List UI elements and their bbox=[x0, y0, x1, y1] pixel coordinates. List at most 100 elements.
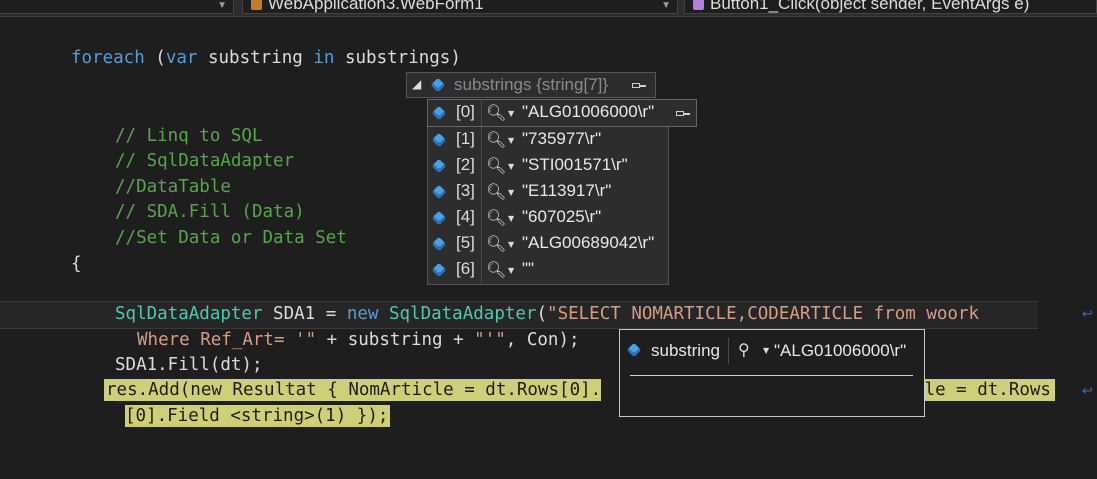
member-dropdown-label: Button1_Click(object sender, EventArgs e… bbox=[710, 0, 1030, 13]
field-icon bbox=[431, 236, 447, 252]
field-icon bbox=[430, 77, 446, 93]
magnifier-icon[interactable]: 🔍︎ bbox=[486, 182, 506, 201]
word-wrap-icon: ↩ bbox=[1082, 384, 1093, 399]
string-literal: "'" bbox=[474, 330, 506, 350]
datatip-item[interactable]: [5] 🔍︎ ▼ "ALG00689042\r" bbox=[428, 231, 668, 257]
webform-icon bbox=[251, 0, 262, 10]
item-index: [1] bbox=[456, 129, 475, 148]
code-text: ( bbox=[536, 304, 548, 324]
divider bbox=[481, 153, 482, 179]
datatip-item[interactable]: [6] 🔍︎ ▼ "" bbox=[428, 257, 668, 283]
code-line-res-add-part1[interactable]: res.Add(new Resultat { NomArticle = dt.R… bbox=[104, 379, 602, 401]
datatip-item-hovered[interactable]: [0] 🔍︎ ▼ "ALG01006000\r" bbox=[427, 99, 697, 127]
field-icon bbox=[431, 210, 447, 226]
comment-line[interactable]: // Linq to SQL bbox=[115, 125, 263, 147]
code-text: substrings) bbox=[334, 48, 461, 68]
code-text: SDA1 = bbox=[262, 304, 347, 324]
quickinfo-tooltip[interactable]: substring ⚲ ▼ "ALG01006000\r" bbox=[619, 329, 925, 417]
open-brace[interactable]: { bbox=[71, 253, 82, 275]
chevron-down-icon[interactable]: ▼ bbox=[508, 214, 514, 223]
chevron-down-icon: ▼ bbox=[661, 0, 671, 11]
chevron-down-icon[interactable]: ▼ bbox=[763, 346, 769, 355]
member-dropdown[interactable]: Button1_Click(object sender, EventArgs e… bbox=[684, 0, 1097, 14]
quickinfo-value: "ALG01006000\r" bbox=[774, 341, 907, 360]
datatip-item[interactable]: [1] 🔍︎ ▼ "735977\r" bbox=[428, 127, 668, 153]
type-name: SqlDataAdapter bbox=[388, 304, 537, 324]
datatip-variable-type: {string[7]} bbox=[536, 75, 609, 94]
chevron-down-icon[interactable]: ▼ bbox=[508, 240, 514, 249]
divider bbox=[481, 127, 482, 153]
divider bbox=[481, 231, 482, 257]
code-line-sqldataadapter[interactable]: SqlDataAdapter SDA1 = new SqlDataAdapter… bbox=[115, 303, 979, 325]
file-dropdown[interactable]: ▼ bbox=[0, 0, 234, 14]
datatip-item[interactable]: [4] 🔍︎ ▼ "607025\r" bbox=[428, 205, 668, 231]
magnifier-icon[interactable]: 🔍︎ bbox=[486, 260, 506, 279]
field-icon bbox=[431, 184, 447, 200]
code-line-field[interactable]: [0].Field <string>(1) }); bbox=[125, 405, 391, 427]
item-value: "607025\r" bbox=[522, 207, 602, 226]
code-line-foreach[interactable]: foreach (var substring in substrings) bbox=[71, 47, 461, 69]
item-value: "ALG01006000\r" bbox=[522, 102, 655, 121]
field-icon bbox=[431, 262, 447, 278]
datatip-item[interactable]: [3] 🔍︎ ▼ "E113917\r" bbox=[428, 179, 668, 205]
code-text: + substring + bbox=[316, 330, 475, 350]
datatip-item[interactable]: [0] 🔍︎ ▼ "ALG01006000\r" bbox=[428, 100, 696, 126]
datatip-item[interactable]: [2] 🔍︎ ▼ "STI001571\r" bbox=[428, 153, 668, 179]
magnifier-icon[interactable]: 🔍︎ bbox=[486, 156, 506, 175]
quickinfo-variable-name: substring bbox=[651, 341, 720, 360]
item-index: [6] bbox=[456, 259, 475, 278]
item-value: "735977\r" bbox=[522, 129, 602, 148]
comment-line[interactable]: // SDA.Fill (Data) bbox=[115, 201, 305, 223]
item-index: [4] bbox=[456, 207, 475, 226]
divider bbox=[481, 205, 482, 231]
code-text: ( bbox=[144, 48, 166, 68]
code-line-where[interactable]: Where Ref_Art= '" + substring + "'", Con… bbox=[137, 329, 580, 351]
keyword: var bbox=[165, 48, 198, 68]
divider bbox=[481, 100, 482, 126]
comment-line[interactable]: //DataTable bbox=[115, 176, 231, 198]
item-value: "E113917\r" bbox=[522, 181, 612, 200]
magnifier-icon[interactable]: 🔍︎ bbox=[486, 103, 506, 122]
magnifier-icon[interactable]: 🔍︎ bbox=[486, 130, 506, 149]
pin-icon[interactable] bbox=[676, 109, 690, 117]
field-icon bbox=[431, 132, 447, 148]
magnifier-icon[interactable]: ⚲ bbox=[738, 340, 750, 359]
chevron-down-icon[interactable]: ▼ bbox=[508, 109, 514, 118]
chevron-down-icon[interactable]: ▼ bbox=[508, 188, 514, 197]
datatip-variable-name: substrings bbox=[454, 75, 532, 94]
item-index: [3] bbox=[456, 181, 475, 200]
code-line-fill[interactable]: SDA1.Fill(dt); bbox=[115, 354, 263, 376]
code-line-res-add-part2[interactable]: cle = dt.Rows bbox=[914, 379, 1055, 401]
divider bbox=[481, 179, 482, 205]
code-text: substring bbox=[197, 48, 314, 68]
pin-icon[interactable] bbox=[632, 81, 646, 89]
item-value: "STI001571\r" bbox=[522, 155, 628, 174]
chevron-down-icon[interactable]: ▼ bbox=[508, 266, 514, 275]
magnifier-icon[interactable]: 🔍︎ bbox=[486, 234, 506, 253]
keyword: new bbox=[346, 304, 379, 324]
string-literal: "SELECT NOMARTICLE,CODEARTICLE from woor… bbox=[547, 304, 980, 324]
datatip-header[interactable]: ◢ substrings {string[7]} bbox=[406, 72, 656, 98]
field-icon bbox=[431, 158, 447, 174]
keyword: in bbox=[313, 48, 335, 68]
comment-line[interactable]: // SqlDataAdapter bbox=[115, 150, 294, 172]
item-value: "" bbox=[522, 259, 535, 278]
code-text: , Con); bbox=[505, 330, 580, 350]
field-icon bbox=[431, 105, 447, 121]
keyword: foreach bbox=[71, 48, 145, 68]
collapse-icon[interactable]: ◢ bbox=[412, 77, 421, 91]
magnifier-icon[interactable]: 🔍︎ bbox=[486, 208, 506, 227]
comment-line[interactable]: //Set Data or Data Set bbox=[115, 227, 347, 249]
divider bbox=[728, 338, 729, 364]
chevron-down-icon[interactable]: ▼ bbox=[508, 162, 514, 171]
chevron-down-icon[interactable]: ▼ bbox=[508, 136, 514, 145]
type-name: SqlDataAdapter bbox=[115, 304, 263, 324]
method-icon bbox=[693, 0, 704, 10]
word-wrap-icon: ↩ bbox=[1082, 307, 1093, 322]
project-dropdown[interactable]: WebApplication3.WebForm1 ▼ bbox=[242, 0, 678, 14]
datatip-variable: substrings {string[7]} bbox=[454, 75, 608, 95]
item-index: [0] bbox=[456, 102, 475, 121]
project-dropdown-label: WebApplication3.WebForm1 bbox=[268, 0, 484, 13]
item-index: [2] bbox=[456, 155, 475, 174]
